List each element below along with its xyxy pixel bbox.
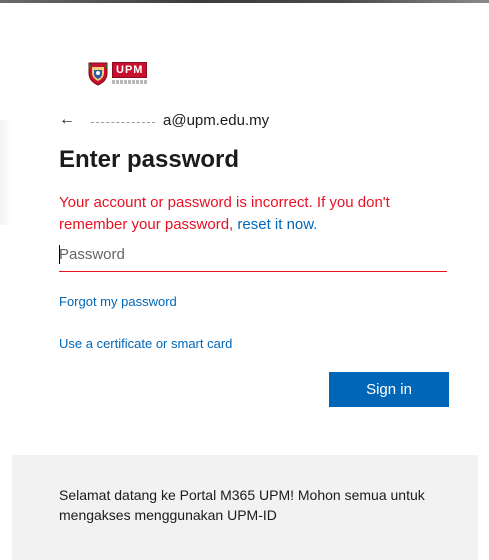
footer-message: Selamat datang ke Portal M365 UPM! Mohon… [59, 487, 425, 523]
upm-logo: UPM [86, 60, 148, 86]
account-email: a@upm.edu.my [163, 111, 270, 129]
certificate-signin-link[interactable]: Use a certificate or smart card [59, 336, 232, 351]
page-title: Enter password [59, 146, 240, 173]
error-message: Your account or password is incorrect. I… [59, 192, 454, 236]
identity-row: ← a@upm.edu.my [59, 111, 269, 129]
error-text: Your account or password is incorrect. I… [59, 194, 390, 233]
forgot-password-link[interactable]: Forgot my password [59, 294, 177, 309]
signin-page: UPM ← a@upm.edu.my Enter password Your a… [0, 0, 489, 560]
reset-password-link[interactable]: reset it now. [237, 216, 317, 233]
signin-card: UPM ← a@upm.edu.my Enter password Your a… [12, 28, 478, 455]
masked-username [85, 113, 163, 127]
upm-logo-text: UPM [112, 62, 148, 78]
sign-in-button[interactable]: Sign in [329, 372, 449, 407]
left-edge-shadow [0, 120, 12, 225]
back-arrow-icon[interactable]: ← [59, 111, 75, 129]
upm-crest-icon [88, 62, 108, 86]
footer-banner: Selamat datang ke Portal M365 UPM! Mohon… [12, 455, 478, 560]
upm-wordmark: UPM [112, 62, 148, 84]
text-caret [59, 245, 60, 264]
top-bar [0, 0, 489, 3]
password-input[interactable] [59, 238, 447, 272]
upm-logo-subtitle [112, 80, 148, 84]
